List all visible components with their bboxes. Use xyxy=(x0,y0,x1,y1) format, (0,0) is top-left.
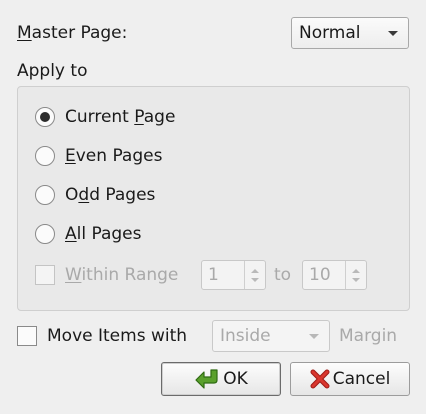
radio-button[interactable] xyxy=(35,146,55,166)
radio-odd-pages[interactable]: Odd Pages xyxy=(35,184,155,206)
move-items-checkbox[interactable]: Move Items with xyxy=(17,325,187,347)
checkbox[interactable] xyxy=(35,265,55,285)
checkbox[interactable] xyxy=(17,326,37,346)
master-page-select[interactable]: Normal xyxy=(291,17,409,49)
radio-button[interactable] xyxy=(35,224,55,244)
green-arrow-icon xyxy=(195,369,218,389)
arrow-up-icon xyxy=(352,268,360,273)
range-to-spinbox[interactable]: 10 xyxy=(302,260,367,290)
arrow-down-icon xyxy=(352,277,360,282)
radio-all-pages[interactable]: All Pages xyxy=(35,223,142,245)
red-x-icon xyxy=(310,369,330,389)
apply-to-title: Apply to xyxy=(17,61,88,81)
move-items-value: Inside xyxy=(220,326,271,346)
master-page-label: Master Page: xyxy=(17,23,128,43)
arrow-up-icon xyxy=(251,268,259,273)
cancel-button[interactable]: Cancel xyxy=(290,362,410,396)
range-from-spinbox[interactable]: 1 xyxy=(201,260,266,290)
master-page-value: Normal xyxy=(299,23,361,43)
radio-button[interactable] xyxy=(35,107,55,127)
within-range-checkbox[interactable]: Within Range xyxy=(35,264,178,286)
range-to-label: to xyxy=(274,265,292,285)
radio-button[interactable] xyxy=(35,185,55,205)
arrow-down-icon xyxy=(251,277,259,282)
radio-even-pages[interactable]: Even Pages xyxy=(35,145,162,167)
chevron-down-icon xyxy=(388,30,398,36)
move-items-select[interactable]: Inside xyxy=(212,320,330,352)
radio-current-page[interactable]: Current Page xyxy=(35,106,175,128)
ok-button[interactable]: OK xyxy=(161,362,281,396)
chevron-down-icon xyxy=(309,333,319,339)
margin-label: Margin xyxy=(339,326,398,346)
